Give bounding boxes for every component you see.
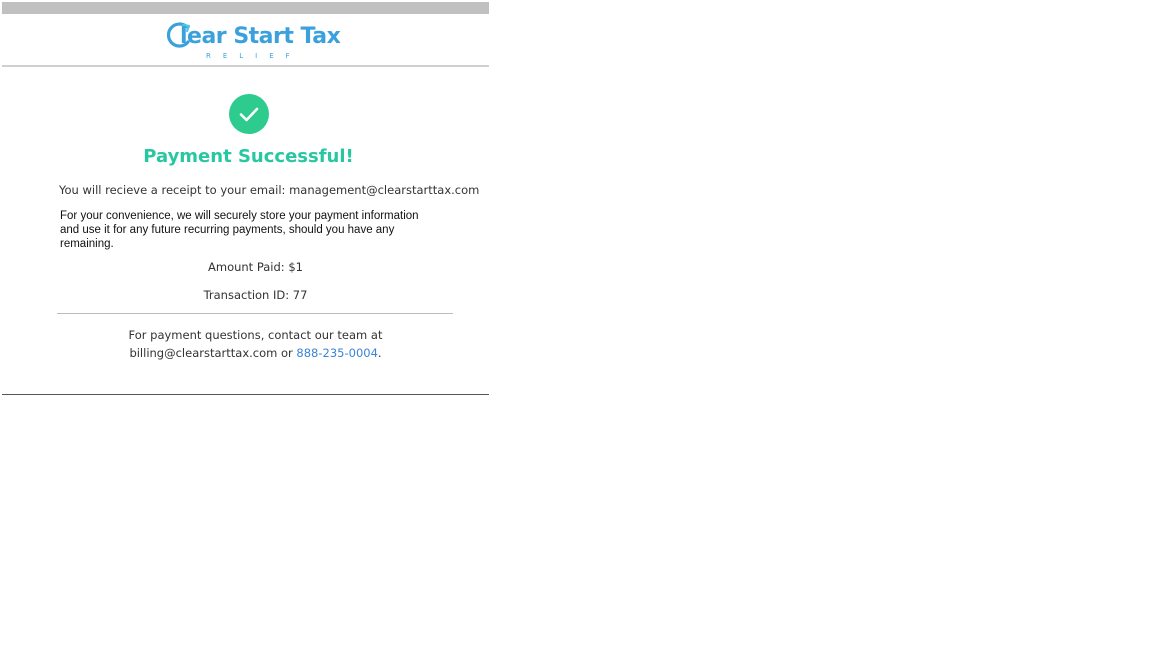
- amount-paid: Amount Paid: $1: [208, 260, 303, 274]
- header: lear Start Tax RELIEF: [2, 14, 489, 67]
- divider: [57, 313, 453, 314]
- contact-or: or: [277, 346, 297, 360]
- contact-intro: For payment questions, contact our team …: [128, 328, 383, 342]
- contact-info: For payment questions, contact our team …: [2, 326, 509, 362]
- contact-end: .: [377, 346, 382, 360]
- top-bar: [2, 2, 489, 14]
- billing-email: billing@clearstarttax.com: [129, 346, 278, 360]
- phone-link[interactable]: 888-235-0004: [296, 346, 377, 360]
- payment-confirmation-card: lear Start Tax RELIEF Payment Successful…: [2, 2, 489, 395]
- brand-tagline: RELIEF: [206, 52, 302, 60]
- page-title: Payment Successful!: [143, 146, 354, 167]
- checkmark-icon: [239, 107, 259, 122]
- brand-logo: lear Start Tax RELIEF: [166, 20, 341, 64]
- brand-name: lear Start Tax: [180, 24, 341, 49]
- checkmark-circle-icon: [229, 94, 269, 134]
- transaction-id: Transaction ID: 77: [203, 288, 308, 302]
- bottom-border: [2, 394, 489, 395]
- convenience-message: For your convenience, we will securely s…: [60, 210, 419, 250]
- receipt-message: You will recieve a receipt to your email…: [59, 183, 480, 197]
